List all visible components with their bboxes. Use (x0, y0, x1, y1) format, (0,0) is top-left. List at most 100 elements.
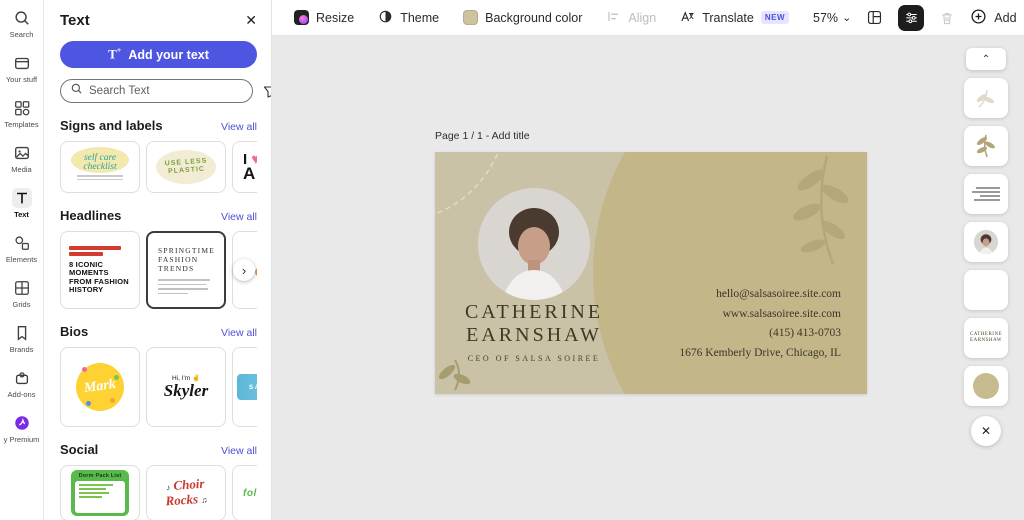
view-all-bios-link[interactable]: View all (221, 327, 257, 339)
sliders-icon (906, 12, 917, 24)
template-thumb-sarah[interactable]: SARAH XO (232, 347, 257, 427)
layer-thumb-contact-text[interactable] (964, 174, 1008, 214)
layer-thumb-name-text[interactable]: CATHERINE EARNSHAW (964, 318, 1008, 358)
new-badge: NEW (760, 11, 790, 24)
sidebar-item-grids[interactable]: Grids (0, 278, 44, 309)
scroll-right-button[interactable]: › (233, 259, 255, 281)
template-thumb-use-less-plastic[interactable]: USE LESS PLASTIC (146, 141, 226, 193)
view-all-social-link[interactable]: View all (221, 445, 257, 457)
sidebar-item-add-ons[interactable]: Add-ons (0, 368, 44, 399)
view-all-signs-link[interactable]: View all (221, 121, 257, 133)
layout-grid-icon[interactable] (866, 9, 883, 26)
sidebar-item-elements[interactable]: Elements (0, 233, 44, 264)
sidebar-label: y Premium (3, 435, 40, 444)
close-rail-button[interactable]: ✕ (971, 416, 1001, 446)
layer-thumb-photo[interactable] (964, 222, 1008, 262)
confetti-dot (82, 367, 87, 372)
sidebar-label: Templates (4, 120, 39, 129)
layer-thumb-circle-shape[interactable] (964, 366, 1008, 406)
sidebar-item-premium[interactable]: y Premium (0, 413, 44, 444)
sidebar-item-text[interactable]: Text (0, 188, 44, 219)
template-thumb-self-care[interactable]: self care checklist (60, 141, 140, 193)
zoom-control[interactable]: 57% ⌄ (813, 11, 851, 25)
translate-button[interactable]: Translate NEW (680, 9, 790, 27)
thumb-text: Skyler (163, 381, 209, 400)
card-first-name: CATHERINE (464, 301, 604, 323)
thumb-text: SARAH XO (248, 383, 257, 391)
confetti-dot (110, 398, 115, 403)
portrait-mini (974, 230, 998, 254)
card-name-block[interactable]: CATHERINE EARNSHAW CEO OF SALSA SOIREE (435, 301, 633, 363)
sidebar-label: Brands (9, 345, 34, 354)
align-icon (606, 9, 621, 27)
sidebar-label: Search (9, 30, 34, 39)
text-plus-icon: T+ (108, 46, 122, 62)
sidebar-item-media[interactable]: Media (0, 143, 44, 174)
card-website: www.salsasoiree.site.com (722, 307, 841, 320)
view-all-headlines-link[interactable]: View all (221, 211, 257, 223)
filter-icon[interactable] (262, 83, 271, 99)
background-color-label: Background color (485, 10, 583, 25)
add-your-text-button[interactable]: T+ Add your text (60, 41, 257, 68)
section-title-social: Social (60, 442, 99, 457)
align-button[interactable]: Align (606, 9, 656, 27)
card-contact-block[interactable]: hello@salsasoiree.site.com www.salsasoir… (679, 285, 841, 363)
template-thumb-choir-rocks[interactable]: ♪ Choir Rocks ♫ (146, 465, 226, 520)
sidebar-item-brands[interactable]: Brands (0, 323, 44, 354)
thumb-text: SPRINGTIME (158, 246, 216, 255)
search-text-input[interactable] (89, 85, 243, 97)
checklist-lines (75, 481, 125, 513)
thumb-text: Rocks (165, 491, 199, 509)
template-thumb-dorm-pack-list[interactable]: Dorm Pack List (60, 465, 140, 520)
template-thumb-i-heart-ar[interactable]: I ♥AR (232, 141, 257, 193)
business-card-artboard[interactable]: CATHERINE EARNSHAW CEO OF SALSA SOIREE h… (435, 152, 867, 394)
small-leaf-decoration (438, 359, 471, 391)
layer-thumb-card-base[interactable] (964, 270, 1008, 310)
section-title-headlines: Headlines (60, 208, 122, 223)
thumb-text: 8 ICONIC MOMENTS FROM FASHION HISTORY (69, 259, 129, 294)
template-thumb-skyler[interactable]: Hi, I'm ✌ Skyler (146, 347, 226, 427)
sidebar-item-templates[interactable]: Templates (0, 98, 44, 129)
grids-icon (12, 278, 32, 298)
sidebar-label: Elements (5, 255, 38, 264)
template-thumb-mark[interactable]: Mark (60, 347, 140, 427)
layer-thumb-leaf-branch[interactable] (964, 126, 1008, 166)
tan-circle-preview (973, 373, 999, 399)
thumb-text: FASHION TRENDS (158, 255, 199, 273)
panel-title: Text (60, 12, 90, 29)
confetti-dot (86, 401, 91, 406)
add-button[interactable]: Add (970, 8, 1017, 28)
canvas-area[interactable]: Page 1 / 1 - Add title CATHERINE EARNSHA… (272, 36, 1024, 520)
bios-thumb-row: Mark Hi, I'm ✌ Skyler SARAH XO (60, 347, 257, 427)
translate-label: Translate (702, 10, 754, 25)
adjustments-button[interactable] (898, 4, 925, 31)
layers-rail: ⌃ CATHERINE EARNSHAW ✕ (964, 48, 1008, 446)
sidebar-label: Media (11, 165, 32, 174)
layer-thumb-leaf-faint[interactable] (964, 78, 1008, 118)
text-icon (11, 188, 32, 208)
text-lines-preview (972, 187, 1000, 201)
template-thumb-iconic-moments[interactable]: 8 ICONIC MOMENTS FROM FASHION HISTORY (60, 231, 140, 309)
background-color-button[interactable]: Background color (463, 10, 582, 25)
add-label: Add (994, 10, 1017, 25)
delete-icon[interactable] (939, 10, 955, 26)
theme-button[interactable]: Theme (378, 9, 439, 27)
portrait-photo[interactable] (478, 188, 590, 300)
your-stuff-icon (12, 53, 32, 73)
resize-button[interactable]: Resize (294, 10, 354, 25)
sidebar-item-search[interactable]: Search (0, 8, 44, 39)
section-title-signs: Signs and labels (60, 118, 163, 133)
blue-strip: SARAH XO (237, 374, 257, 400)
templates-icon (12, 98, 32, 118)
template-thumb-springtime-selected[interactable]: SPRINGTIME FASHION TRENDS (146, 231, 226, 309)
top-toolbar: Resize Theme Background color Align Tran… (272, 0, 1024, 36)
page-title-label[interactable]: Page 1 / 1 - Add title (435, 130, 530, 142)
template-thumb-follow[interactable]: follow (232, 465, 257, 520)
thumb-text: checklist (83, 162, 117, 172)
panel-close-icon[interactable]: ✕ (245, 12, 257, 29)
align-label: Align (628, 10, 657, 25)
mini-name-text: EARNSHAW (970, 338, 1002, 343)
collapse-rail-button[interactable]: ⌃ (966, 48, 1006, 70)
search-text-box[interactable] (60, 79, 253, 103)
sidebar-item-your-stuff[interactable]: Your stuff (0, 53, 44, 84)
